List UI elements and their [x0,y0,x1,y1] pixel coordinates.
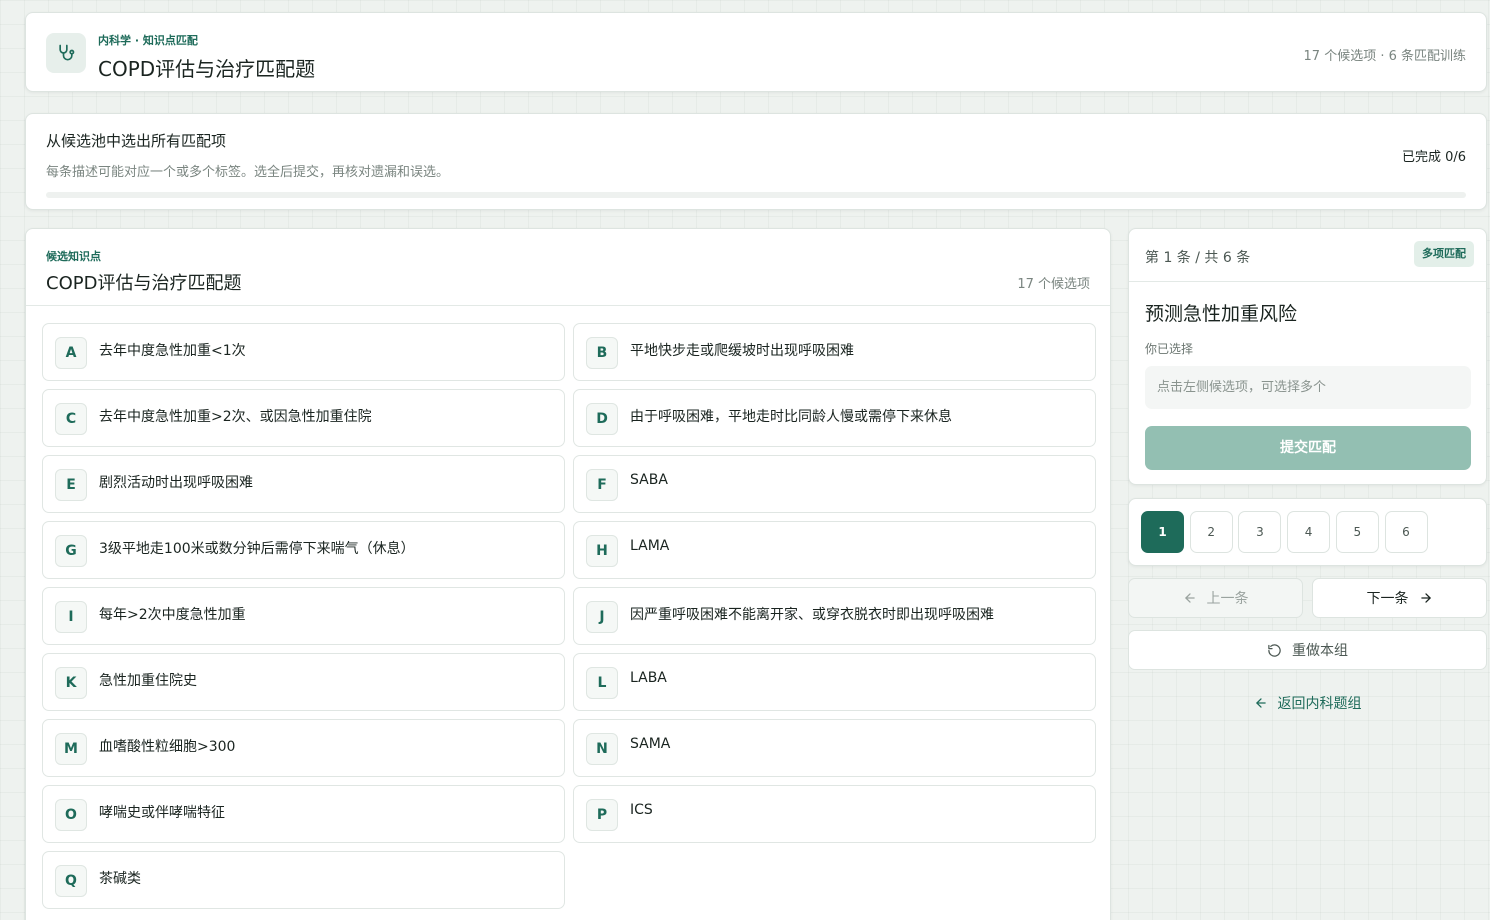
progress-bar [46,192,1466,198]
pool-label: 候选知识点 [46,250,101,263]
pager-button-6[interactable]: 6 [1384,511,1428,553]
next-button[interactable]: 下一条 [1312,578,1487,618]
option-key: Q [55,865,87,897]
option-key: J [586,601,618,633]
option-card[interactable]: J 因严重呼吸困难不能离开家、或穿衣脱衣时即出现呼吸困难 [573,587,1096,645]
page-header: 内科学 · 知识点匹配 COPD评估与治疗匹配题 17 个候选项 · 6 条匹配… [25,12,1487,92]
option-card[interactable]: O 哮喘史或伴哮喘特征 [42,785,565,843]
option-text: LAMA [630,538,670,554]
pager-button-4[interactable]: 4 [1287,511,1331,553]
instructions-heading: 从候选池中选出所有匹配项 [46,132,227,150]
arrow-right-icon [1419,591,1433,605]
pager-button-1[interactable]: 1 [1141,511,1184,553]
option-key: I [55,601,87,633]
option-card[interactable]: Q 茶碱类 [42,851,565,909]
option-key: H [586,535,618,567]
option-key: B [586,337,618,369]
pager-button-3[interactable]: 3 [1238,511,1282,553]
back-label: 返回内科题组 [1277,696,1362,712]
option-text: 哮喘史或伴哮喘特征 [99,805,225,821]
pool-header: 候选知识点 COPD评估与治疗匹配题 17 个候选项 [26,229,1110,306]
question-position: 第 1 条 / 共 6 条 [1145,250,1251,266]
option-text: SAMA [630,736,671,752]
pager-button-5[interactable]: 5 [1335,511,1379,553]
option-text: 因严重呼吸困难不能离开家、或穿衣脱衣时即出现呼吸困难 [630,607,994,623]
option-key: K [55,667,87,699]
option-key: M [55,733,87,765]
option-card[interactable]: H LAMA [573,521,1096,579]
question-prompt: 预测急性加重风险 [1145,303,1298,325]
option-key: F [586,469,618,501]
question-header: 第 1 条 / 共 6 条 多项匹配 [1129,229,1486,282]
prev-button[interactable]: 上一条 [1128,578,1303,618]
option-text: 急性加重住院史 [99,673,197,689]
option-text: 去年中度急性加重<1次 [99,343,246,359]
option-text: 平地快步走或爬缓坡时出现呼吸困难 [630,343,854,359]
option-text: 每年>2次中度急性加重 [99,607,246,623]
stethoscope-icon [46,33,86,73]
arrow-left-icon [1254,696,1268,710]
option-card[interactable]: M 血嗜酸性粒细胞>300 [42,719,565,777]
option-text: ICS [630,802,653,818]
option-text: LABA [630,670,667,686]
option-card[interactable]: F SABA [573,455,1096,513]
option-text: 由于呼吸困难，平地走时比同龄人慢或需停下来休息 [630,409,952,425]
option-card[interactable]: E 剧烈活动时出现呼吸困难 [42,455,565,513]
option-text: 血嗜酸性粒细胞>300 [99,739,236,755]
pager-button-2[interactable]: 2 [1189,511,1233,553]
option-card[interactable]: G 3级平地走100米或数分钟后需停下来喘气（休息） [42,521,565,579]
option-card[interactable]: B 平地快步走或爬缓坡时出现呼吸困难 [573,323,1096,381]
option-key: A [55,337,87,369]
instructions-subtitle: 每条描述可能对应一个或多个标签。选全后提交，再核对遗漏和误选。 [46,165,450,180]
prev-label: 上一条 [1206,591,1249,607]
redo-label: 重做本组 [1292,643,1348,659]
selected-dropzone[interactable]: 点击左侧候选项，可选择多个 [1145,366,1471,409]
option-card[interactable]: L LABA [573,653,1096,711]
back-link[interactable]: 返回内科题组 [1128,683,1487,723]
submit-button[interactable]: 提交匹配 [1145,426,1471,470]
pool-count: 17 个候选项 [1017,277,1090,292]
option-key: L [586,667,618,699]
option-text: 剧烈活动时出现呼吸困难 [99,475,253,491]
option-card[interactable]: P ICS [573,785,1096,843]
question-card: 第 1 条 / 共 6 条 多项匹配 预测急性加重风险 你已选择 点击左侧候选项… [1128,228,1487,485]
breadcrumb: 内科学 · 知识点匹配 [98,34,198,47]
option-card[interactable]: I 每年>2次中度急性加重 [42,587,565,645]
instructions-panel: 从候选池中选出所有匹配项 每条描述可能对应一个或多个标签。选全后提交，再核对遗漏… [25,113,1487,210]
next-label: 下一条 [1366,591,1409,607]
option-text: 茶碱类 [99,871,141,887]
candidate-pool: 候选知识点 COPD评估与治疗匹配题 17 个候选项 A 去年中度急性加重<1次 B… [25,228,1111,920]
option-text: 去年中度急性加重>2次、或因急性加重住院 [99,409,372,425]
option-text: 3级平地走100米或数分钟后需停下来喘气（休息） [99,541,415,557]
rotate-ccw-icon [1267,643,1282,658]
selected-label: 你已选择 [1145,342,1194,356]
header-meta: 17 个候选项 · 6 条匹配训练 [1303,49,1466,64]
option-card[interactable]: C 去年中度急性加重>2次、或因急性加重住院 [42,389,565,447]
option-text: SABA [630,472,668,488]
redo-button[interactable]: 重做本组 [1128,630,1487,670]
option-card[interactable]: N SAMA [573,719,1096,777]
option-key: C [55,403,87,435]
progress-label: 已完成 0/6 [1401,150,1466,165]
page-title: COPD评估与治疗匹配题 [98,57,316,81]
option-key: N [586,733,618,765]
option-key: E [55,469,87,501]
option-key: D [586,403,618,435]
option-key: G [55,535,87,567]
pool-title: COPD评估与治疗匹配题 [46,273,242,294]
option-key: P [586,799,618,831]
option-card[interactable]: D 由于呼吸困难，平地走时比同龄人慢或需停下来休息 [573,389,1096,447]
option-card[interactable]: K 急性加重住院史 [42,653,565,711]
arrow-left-icon [1183,591,1197,605]
option-card[interactable]: A 去年中度急性加重<1次 [42,323,565,381]
question-pager: 123456 [1128,498,1487,566]
option-key: O [55,799,87,831]
match-type-badge: 多项匹配 [1414,241,1474,267]
